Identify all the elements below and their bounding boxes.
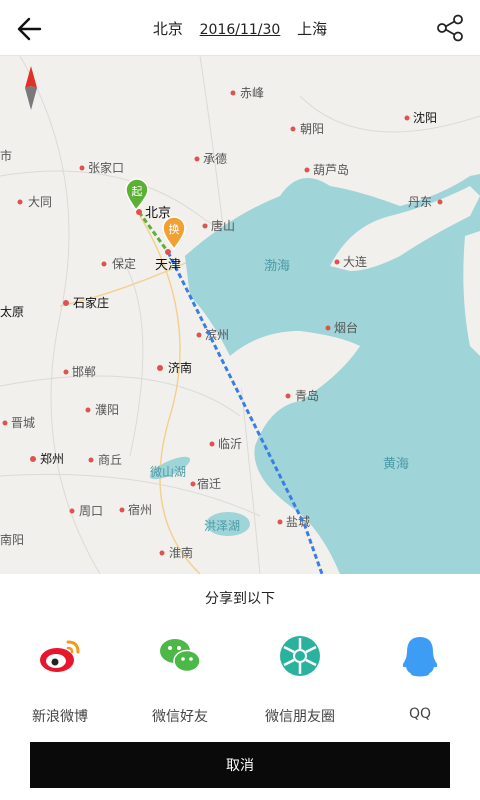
weibo-icon [38,634,82,678]
share-icon[interactable] [434,12,466,44]
city-label: 宿州 [128,502,152,517]
city-label: 宿迁 [197,476,221,491]
city-label: 朝阳 [300,122,324,136]
city-label: 淮南 [169,545,193,560]
city-label: 石家庄 [73,295,109,310]
share-option-qq[interactable]: QQ [360,634,480,722]
city-label: 大同 [28,195,52,209]
city-label: 郑州 [40,451,64,466]
share-option-wechat[interactable]: 微信好友 [120,634,240,726]
share-option-moments[interactable]: 微信朋友圈 [240,634,360,726]
label-huanghai: 黄海 [383,457,409,472]
qq-icon [398,634,442,678]
city-label: 周口 [79,504,103,518]
route-title: 北京 2016/11/30 上海 [0,18,480,39]
city-label: 张家口 [88,160,124,175]
route-map[interactable]: 渤海 黄海 微山湖 洪泽湖 市 张家口 承德 赤峰 朝阳 沈阳 大同 葫芦岛 丹… [0,56,480,574]
city-label: 大连 [343,254,367,269]
city-label: 承德 [203,151,227,166]
city-label-tianjin: 天津 [155,258,181,273]
share-option-label: QQ [408,706,432,722]
transfer-marker-label: 换 [169,222,180,236]
city-label: 葫芦岛 [313,162,349,177]
city-label: 济南 [168,360,192,375]
transfer-marker[interactable]: 换 [162,216,186,251]
city-label: 沈阳 [413,110,437,125]
city-label: 邯郸 [72,364,96,379]
city-label: 丹东 [408,195,432,209]
city-label: 赤峰 [240,86,264,100]
from-city: 北京 [152,20,183,38]
label-hongze-lake: 洪泽湖 [204,518,240,533]
city-label: 太原 [0,304,24,319]
share-panel-title: 分享到以下 [205,591,275,607]
city-label: 青岛 [295,388,319,403]
city-label: 商丘 [98,452,122,467]
share-panel: 分享到以下 新浪微博 微信好友 微信朋友圈 QQ 取消 [0,574,480,800]
label-weishan-lake: 微山湖 [150,464,186,479]
city-label: 唐山 [211,218,235,233]
wechat-icon [158,634,202,678]
north-compass-icon[interactable] [25,66,37,110]
city-label: 烟台 [334,320,358,335]
share-option-label: 微信好友 [152,709,208,725]
travel-date[interactable]: 2016/11/30 [200,22,281,38]
city-label: 晋城 [11,416,35,430]
to-city: 上海 [297,20,328,38]
top-bar: 北京 2016/11/30 上海 [0,0,480,56]
city-label: 濮阳 [95,402,119,417]
city-label: 保定 [112,256,136,271]
label-bohai: 渤海 [264,258,290,274]
share-option-label: 新浪微博 [32,709,88,725]
cancel-button[interactable]: 取消 [30,742,450,788]
moments-icon [278,634,322,678]
start-marker-label: 起 [132,185,143,198]
city-label: 南阳 [0,532,24,547]
map-canvas: 渤海 黄海 微山湖 洪泽湖 市 张家口 承德 赤峰 朝阳 沈阳 大同 葫芦岛 丹… [0,56,480,574]
share-option-weibo[interactable]: 新浪微博 [0,634,120,726]
city-label: 临沂 [218,437,242,451]
share-option-label: 微信朋友圈 [265,709,335,725]
city-label: 市 [0,148,12,163]
